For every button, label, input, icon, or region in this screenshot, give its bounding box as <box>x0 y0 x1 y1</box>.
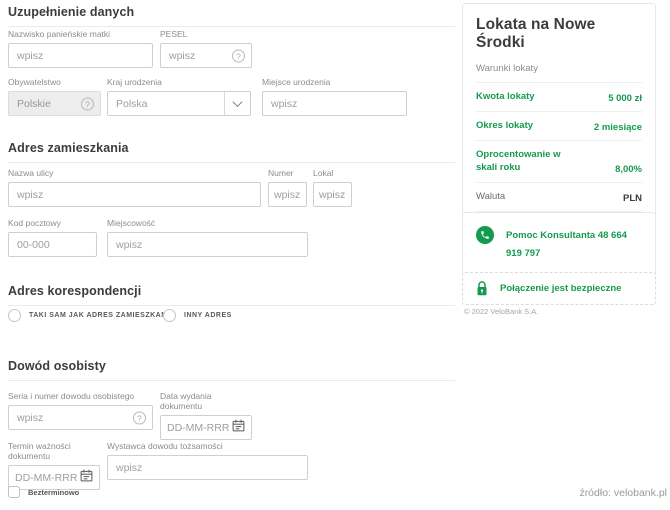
secure-connection-text: Połączenie jest bezpieczne <box>500 283 621 294</box>
summary-label: Kwota lokaty <box>476 90 535 104</box>
id-series-number-label: Seria i numer dowodu osobistego <box>8 391 153 401</box>
radio-same-address[interactable]: TAKI SAM JAK ADRES ZAMIESZKANIA <box>8 309 175 322</box>
deposit-conditions-subtitle: Warunki lokaty <box>476 63 642 83</box>
id-series-number-help-icon[interactable]: ? <box>133 411 146 424</box>
summary-value: 2 miesiące <box>594 122 642 133</box>
birth-place-label: Miejsce urodzenia <box>262 77 407 87</box>
birth-place-input[interactable] <box>263 92 406 115</box>
calendar-icon[interactable] <box>80 469 93 487</box>
issuer-input-box <box>107 455 308 480</box>
pesel-help-icon[interactable]: ? <box>232 49 245 62</box>
citizenship-help-icon[interactable]: ? <box>81 97 94 110</box>
birth-country-label: Kraj urodzenia <box>107 77 251 87</box>
summary-row-currency: Waluta PLN <box>476 183 642 212</box>
birth-country-select[interactable]: Polska <box>107 91 251 116</box>
issue-date-field: Data wydania dokumentu <box>160 391 252 440</box>
lock-icon <box>476 281 488 296</box>
summary-value: PLN <box>623 193 642 204</box>
issuer-input[interactable] <box>108 456 307 479</box>
postal-code-field: Kod pocztowy <box>8 218 97 257</box>
pesel-input-box: ? <box>160 43 252 68</box>
city-field: Miejscowość <box>107 218 308 257</box>
apartment-field: Lokal <box>313 168 352 207</box>
mothers-maiden-name-input-box <box>8 43 153 68</box>
calendar-icon[interactable] <box>232 419 245 437</box>
expiry-date-label: Termin ważności dokumentu <box>8 441 100 461</box>
secure-connection-card: Połączenie jest bezpieczne <box>462 272 656 305</box>
issue-date-input-box <box>160 415 252 440</box>
checkbox-icon[interactable] <box>8 486 20 498</box>
summary-label: Okres lokaty <box>476 119 533 133</box>
citizenship-input-box: ? <box>8 91 101 116</box>
issue-date-label: Data wydania dokumentu <box>160 391 252 411</box>
radio-circle-icon[interactable] <box>163 309 176 322</box>
radio-same-address-label: TAKI SAM JAK ADRES ZAMIESZKANIA <box>29 312 175 319</box>
city-label: Miejscowość <box>107 218 308 228</box>
radio-circle-icon[interactable] <box>8 309 21 322</box>
house-number-label: Numer <box>268 168 307 178</box>
birth-country-dropdown-zone[interactable] <box>224 92 250 115</box>
radio-other-address-label: INNY ADRES <box>184 312 232 319</box>
summary-row-period: Okres lokaty 2 miesiące <box>476 112 642 141</box>
indefinite-checkbox-row[interactable]: Bezterminowo <box>8 486 79 498</box>
house-number-field: Numer <box>268 168 307 207</box>
deposit-title: Lokata na Nowe Środki <box>476 16 642 52</box>
house-number-input-box <box>268 182 307 207</box>
id-series-number-input[interactable] <box>9 406 152 429</box>
city-input[interactable] <box>108 233 307 256</box>
postal-code-input-box <box>8 232 97 257</box>
street-input-box <box>8 182 261 207</box>
birth-country-value: Polska <box>108 98 148 110</box>
house-number-input[interactable] <box>269 183 306 206</box>
apartment-input[interactable] <box>314 183 351 206</box>
street-input[interactable] <box>9 183 260 206</box>
citizenship-label: Obywatelstwo <box>8 77 101 87</box>
postal-code-label: Kod pocztowy <box>8 218 97 228</box>
pesel-field: PESEL ? <box>160 29 252 68</box>
section-title-correspondence-address: Adres korespondencji <box>8 284 455 306</box>
street-label: Nazwa ulicy <box>8 168 261 178</box>
summary-label: Waluta <box>476 190 505 204</box>
mothers-maiden-name-field: Nazwisko panieńskie matki <box>8 29 153 68</box>
source-watermark: źródło: velobank.pl <box>579 487 667 499</box>
summary-value: 5 000 zł <box>608 93 642 104</box>
issuer-field: Wystawca dowodu tożsamości <box>107 441 308 480</box>
indefinite-checkbox-label: Bezterminowo <box>28 488 79 497</box>
apartment-label: Lokal <box>313 168 352 178</box>
section-title-id-document: Dowód osobisty <box>8 359 455 381</box>
pesel-label: PESEL <box>160 29 252 39</box>
section-title-personal-data: Uzupełnienie danych <box>8 5 455 27</box>
copyright-text: © 2022 VeloBank S.A. <box>464 307 538 316</box>
consultant-phone-text[interactable]: Pomoc Konsultanta 48 664 919 797 <box>506 230 627 259</box>
birth-place-field: Miejsce urodzenia <box>262 77 407 116</box>
id-series-number-input-box: ? <box>8 405 153 430</box>
expiry-date-field: Termin ważności dokumentu <box>8 441 100 490</box>
summary-value: 8,00% <box>615 164 642 175</box>
phone-icon <box>476 226 494 244</box>
summary-label: Oprocentowanie w skali roku <box>476 148 584 176</box>
street-field: Nazwa ulicy <box>8 168 261 207</box>
mothers-maiden-name-label: Nazwisko panieńskie matki <box>8 29 153 39</box>
birth-country-field: Kraj urodzenia Polska <box>107 77 251 116</box>
issuer-label: Wystawca dowodu tożsamości <box>107 441 308 451</box>
postal-code-input[interactable] <box>9 233 96 256</box>
section-title-residence-address: Adres zamieszkania <box>8 141 455 163</box>
apartment-input-box <box>313 182 352 207</box>
birth-place-input-box <box>262 91 407 116</box>
id-series-number-field: Seria i numer dowodu osobistego ? <box>8 391 153 430</box>
chevron-down-icon <box>233 97 243 107</box>
radio-other-address[interactable]: INNY ADRES <box>163 309 232 322</box>
velobank-deposit-form-page: Uzupełnienie danych Nazwisko panieńskie … <box>0 0 670 510</box>
summary-row-amount: Kwota lokaty 5 000 zł <box>476 83 642 112</box>
city-input-box <box>107 232 308 257</box>
summary-row-interest: Oprocentowanie w skali roku 8,00% <box>476 141 642 184</box>
citizenship-field: Obywatelstwo ? <box>8 77 101 116</box>
mothers-maiden-name-input[interactable] <box>9 44 152 67</box>
